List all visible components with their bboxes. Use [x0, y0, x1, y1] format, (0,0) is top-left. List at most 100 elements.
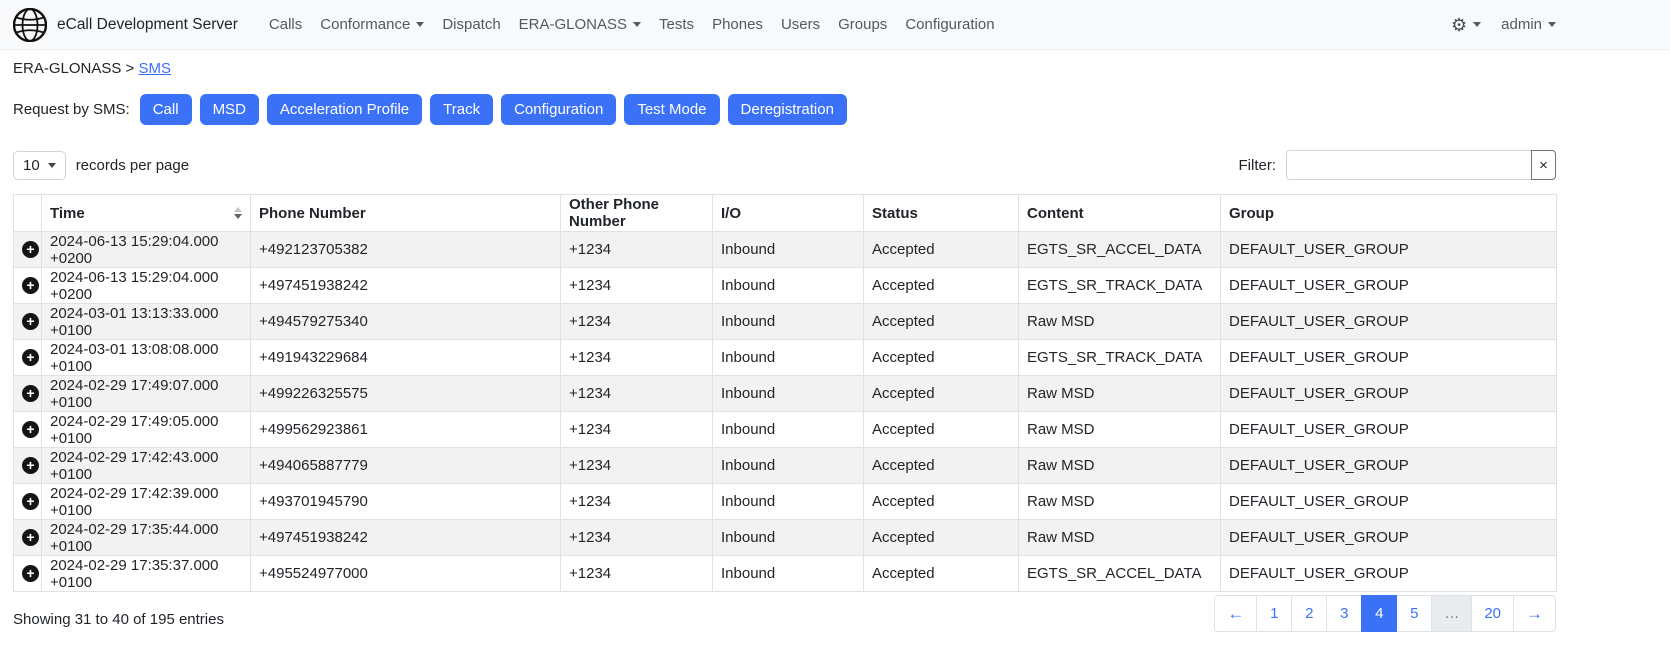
pagination-page-4[interactable]: 4 [1361, 595, 1397, 632]
nav-item-phones[interactable]: Phones [703, 16, 772, 33]
expand-row-button[interactable]: + [22, 349, 39, 366]
cell-status: Accepted [864, 268, 1019, 304]
request-button-msd[interactable]: MSD [200, 94, 259, 125]
plus-circle-icon: + [26, 494, 34, 508]
cell-other-phone: +1234 [561, 232, 713, 268]
cell-time: 2024-02-29 17:42:43.000 +0100 [42, 448, 251, 484]
plus-circle-icon: + [26, 242, 34, 256]
expand-cell: + [14, 232, 42, 268]
cell-status: Accepted [864, 448, 1019, 484]
arrow-right-icon: → [1526, 605, 1543, 622]
pagination-page-5[interactable]: 5 [1396, 595, 1432, 632]
expand-row-button[interactable]: + [22, 565, 39, 582]
app-title: eCall Development Server [57, 16, 238, 34]
nav-item-configuration[interactable]: Configuration [896, 16, 1003, 33]
cell-time: 2024-02-29 17:42:39.000 +0100 [42, 484, 251, 520]
cell-status: Accepted [864, 340, 1019, 376]
table-row: +2024-03-01 13:08:08.000 +0100+491943229… [14, 340, 1557, 376]
cell-status: Accepted [864, 520, 1019, 556]
table-row: +2024-02-29 17:42:39.000 +0100+493701945… [14, 484, 1557, 520]
cell-time: 2024-02-29 17:35:37.000 +0100 [42, 556, 251, 592]
cell-content: Raw MSD [1019, 376, 1221, 412]
expand-row-button[interactable]: + [22, 385, 39, 402]
pagination-page-3[interactable]: 3 [1326, 595, 1362, 632]
request-button-test-mode[interactable]: Test Mode [624, 94, 719, 125]
cell-other-phone: +1234 [561, 448, 713, 484]
cell-group: DEFAULT_USER_GROUP [1221, 556, 1557, 592]
expand-row-button[interactable]: + [22, 277, 39, 294]
cell-io: Inbound [713, 520, 864, 556]
expand-row-button[interactable]: + [22, 457, 39, 474]
table-body: +2024-06-13 15:29:04.000 +0200+492123705… [14, 232, 1557, 592]
column-header-phone-number[interactable]: Phone Number [251, 195, 561, 232]
expand-row-button[interactable]: + [22, 493, 39, 510]
table-footer: Showing 31 to 40 of 195 entries ←12345…2… [13, 595, 1556, 632]
nav-item-tests[interactable]: Tests [650, 16, 703, 33]
cell-group: DEFAULT_USER_GROUP [1221, 412, 1557, 448]
cell-group: DEFAULT_USER_GROUP [1221, 448, 1557, 484]
column-header-time[interactable]: Time [42, 195, 251, 232]
user-menu[interactable]: admin [1501, 16, 1556, 33]
arrow-left-icon: ← [1227, 605, 1244, 622]
request-button-track[interactable]: Track [430, 94, 493, 125]
table-row: +2024-02-29 17:42:43.000 +0100+494065887… [14, 448, 1557, 484]
column-header-io[interactable]: I/O [713, 195, 864, 232]
expand-row-button[interactable]: + [22, 313, 39, 330]
pagination-page-1[interactable]: 1 [1256, 595, 1292, 632]
nav-item-era-glonass[interactable]: ERA-GLONASS [510, 16, 650, 33]
table-header: Time Phone Number Other Phone Number I/O… [14, 195, 1557, 232]
nav-item-conformance[interactable]: Conformance [311, 16, 433, 33]
plus-circle-icon: + [26, 566, 34, 580]
cell-status: Accepted [864, 376, 1019, 412]
nav-item-groups[interactable]: Groups [829, 16, 896, 33]
nav-item-dispatch[interactable]: Dispatch [433, 16, 509, 33]
chevron-down-icon [633, 22, 641, 27]
column-header-content[interactable]: Content [1019, 195, 1221, 232]
nav-item-users[interactable]: Users [772, 16, 829, 33]
breadcrumb-parent: ERA-GLONASS [13, 60, 121, 77]
column-header-group[interactable]: Group [1221, 195, 1557, 232]
plus-circle-icon: + [26, 350, 34, 364]
cell-content: Raw MSD [1019, 484, 1221, 520]
pagination-ellipsis: … [1431, 595, 1472, 632]
pagination-page-20[interactable]: 20 [1471, 595, 1514, 632]
column-header-other-phone-number[interactable]: Other Phone Number [561, 195, 713, 232]
cell-content: Raw MSD [1019, 304, 1221, 340]
filter-input[interactable] [1286, 150, 1531, 180]
request-button-deregistration[interactable]: Deregistration [728, 94, 847, 125]
page-size-select[interactable]: 10 [13, 151, 66, 180]
expand-cell: + [14, 304, 42, 340]
cell-content: Raw MSD [1019, 412, 1221, 448]
breadcrumb-link-sms[interactable]: SMS [138, 60, 171, 77]
expand-row-button[interactable]: + [22, 241, 39, 258]
cell-content: EGTS_SR_TRACK_DATA [1019, 268, 1221, 304]
cell-other-phone: +1234 [561, 376, 713, 412]
settings-menu[interactable]: ⚙ [1451, 16, 1481, 34]
nav-item-calls[interactable]: Calls [260, 16, 311, 33]
table-controls: 10 records per page Filter: × [13, 150, 1556, 180]
column-header-status[interactable]: Status [864, 195, 1019, 232]
cell-content: Raw MSD [1019, 448, 1221, 484]
cell-phone: +497451938242 [251, 268, 561, 304]
expand-row-button[interactable]: + [22, 529, 39, 546]
request-button-call[interactable]: Call [140, 94, 192, 125]
cell-phone: +494579275340 [251, 304, 561, 340]
expand-cell: + [14, 448, 42, 484]
pagination-prev-button[interactable]: ← [1214, 595, 1257, 632]
pagination-page-2[interactable]: 2 [1291, 595, 1327, 632]
user-name: admin [1501, 16, 1542, 33]
breadcrumb: ERA-GLONASS > SMS [13, 60, 1556, 77]
cell-status: Accepted [864, 556, 1019, 592]
filter-clear-button[interactable]: × [1531, 150, 1556, 180]
pagination-next-button[interactable]: → [1513, 595, 1556, 632]
table-row: +2024-02-29 17:35:37.000 +0100+495524977… [14, 556, 1557, 592]
request-button-acceleration-profile[interactable]: Acceleration Profile [267, 94, 422, 125]
request-button-configuration[interactable]: Configuration [501, 94, 616, 125]
expand-cell: + [14, 268, 42, 304]
app-brand[interactable]: eCall Development Server [13, 8, 238, 42]
expand-cell: + [14, 520, 42, 556]
expand-row-button[interactable]: + [22, 421, 39, 438]
expand-cell: + [14, 412, 42, 448]
table-row: +2024-02-29 17:49:07.000 +0100+499226325… [14, 376, 1557, 412]
cell-time: 2024-02-29 17:49:05.000 +0100 [42, 412, 251, 448]
